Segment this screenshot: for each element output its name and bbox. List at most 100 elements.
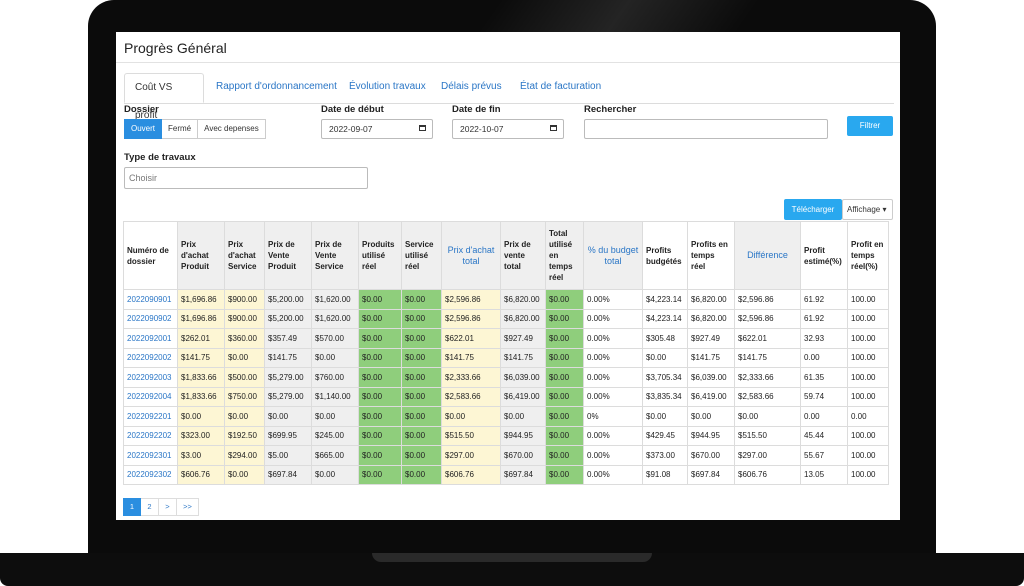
table-body: 2022090901 $1,696.86 $900.00 $5,200.00 $1,62… [123,289,889,485]
table-cell: $0.00 [401,347,442,368]
table-row: 2022092301 $3.00 $294.00 $5.00 $665.00 $0.00 $… [123,445,889,466]
table-header[interactable]: Profits en temps réel [687,221,735,290]
table-cell: 0.00 [847,406,889,427]
table-cell: $0.00 [545,289,584,310]
table-cell: $91.08 [642,464,688,485]
table-cell: $4,223.14 [642,308,688,329]
table-header[interactable]: Produits utilisé réel [358,221,402,290]
table-header[interactable]: Prix de vente total [500,221,546,290]
table-cell: $294.00 [224,445,265,466]
table-cell: $6,820.00 [687,308,735,329]
table-cell: $297.00 [734,445,801,466]
dossier-link[interactable]: 2022092003 [123,367,178,388]
calendar-icon[interactable] [419,125,426,131]
cost-profit-table: Numéro de dossier Prix d'achat Produit P… [123,221,889,485]
table-cell: $927.49 [687,328,735,349]
type-travaux-select[interactable]: Choisir [124,167,368,189]
table-cell: $622.01 [441,328,501,349]
table-cell: $1,696.86 [177,289,225,310]
tab-etat-facturation[interactable]: État de facturation [510,73,611,103]
tab-rapport-ordonnancement[interactable]: Rapport d'ordonnancement [206,73,347,103]
dossier-link[interactable]: 2022090902 [123,308,178,329]
table-cell: $1,833.66 [177,386,225,407]
dossier-link[interactable]: 2022092201 [123,406,178,427]
table-cell: $0.00 [311,464,359,485]
dossier-link[interactable]: 2022092002 [123,347,178,368]
dossier-link[interactable]: 2022092302 [123,464,178,485]
table-cell: $3,705.34 [642,367,688,388]
table-cell: $515.50 [441,425,501,446]
table-cell: $262.01 [177,328,225,349]
table-cell: $0.00 [401,406,442,427]
table-header[interactable]: % du budget total [583,221,643,290]
search-label: Rechercher [584,104,637,115]
table-header[interactable]: Prix d'achat Produit [177,221,225,290]
table-cell: $0.00 [358,464,402,485]
calendar-icon[interactable] [550,125,557,131]
tab-delais-prevus[interactable]: Délais prévus [431,73,512,103]
dossier-avec-depenses-button[interactable]: Avec depenses [198,119,266,139]
table-cell: $2,333.66 [734,367,801,388]
table-header[interactable]: Profit estimé(%) [800,221,848,290]
table-header[interactable]: Prix d'achat total [441,221,501,290]
search-input[interactable] [584,119,828,139]
table-cell: $0.00 [401,328,442,349]
table-cell: $373.00 [642,445,688,466]
table-cell: $323.00 [177,425,225,446]
table-cell: 0.00 [800,347,848,368]
dossier-link[interactable]: 2022092001 [123,328,178,349]
table-cell: $141.75 [264,347,312,368]
display-dropdown[interactable]: Affichage ▾ [842,199,893,220]
tab-cout-vs-profit[interactable]: Coût VS profit [124,73,204,121]
table-cell: 100.00 [847,464,889,485]
table-header[interactable]: Numéro de dossier [123,221,178,290]
date-debut-value: 2022-09-07 [329,124,373,134]
dossier-link[interactable]: 2022092004 [123,386,178,407]
table-cell: $141.75 [441,347,501,368]
dossier-ouvert-button[interactable]: Ouvert [124,119,163,139]
table-row: 2022092004 $1,833.66 $750.00 $5,279.00 $1,14… [123,386,889,407]
table-header[interactable]: Prix d'achat Service [224,221,265,290]
filter-button[interactable]: Filtrer [847,116,893,136]
table-cell: $0.00 [224,464,265,485]
table-cell: $305.48 [642,328,688,349]
table-header[interactable]: Prix de Vente Produit [264,221,312,290]
next-page-button[interactable]: > [159,498,177,516]
dossier-link[interactable]: 2022090901 [123,289,178,310]
table-cell: $0.00 [401,386,442,407]
caret-down-icon: ▾ [882,205,887,214]
table-cell: $0.00 [545,308,584,329]
table-cell: $2,596.86 [734,289,801,310]
table-cell: 100.00 [847,308,889,329]
pagination: 1 2 > >> [123,498,199,516]
date-debut-input[interactable]: 2022-09-07 [321,119,433,139]
table-cell: 100.00 [847,425,889,446]
dossier-link[interactable]: 2022092301 [123,445,178,466]
tab-evolution-travaux[interactable]: Évolution travaux [339,73,436,103]
table-cell: $697.84 [264,464,312,485]
table-cell: 0.00 [800,406,848,427]
table-header[interactable]: Profit en temps réel(%) [847,221,889,290]
table-cell: 0.00% [583,464,643,485]
dossier-ferme-button[interactable]: Fermé [162,119,199,139]
table-header[interactable]: Service utilisé réel [401,221,442,290]
table-header[interactable]: Profits budgétés [642,221,688,290]
table-cell: $697.84 [687,464,735,485]
table-cell: $2,596.86 [441,289,501,310]
table-cell: 100.00 [847,445,889,466]
page-2-button[interactable]: 2 [141,498,159,516]
table-cell: 100.00 [847,386,889,407]
date-fin-input[interactable]: 2022-10-07 [452,119,564,139]
dossier-link[interactable]: 2022092202 [123,425,178,446]
table-header[interactable]: Prix de Vente Service [311,221,359,290]
table-cell: $0.00 [264,406,312,427]
page-1-button[interactable]: 1 [123,498,141,516]
last-page-button[interactable]: >> [177,498,199,516]
table-cell: $622.01 [734,328,801,349]
table-cell: $0.00 [401,425,442,446]
table-header[interactable]: Total utilisé en temps réel [545,221,584,290]
table-header[interactable]: Différence [734,221,801,290]
download-button[interactable]: Télécharger [784,199,842,220]
table-cell: $2,583.66 [441,386,501,407]
table-row: 2022092201 $0.00 $0.00 $0.00 $0.00 $0.00 $0.00… [123,406,889,427]
